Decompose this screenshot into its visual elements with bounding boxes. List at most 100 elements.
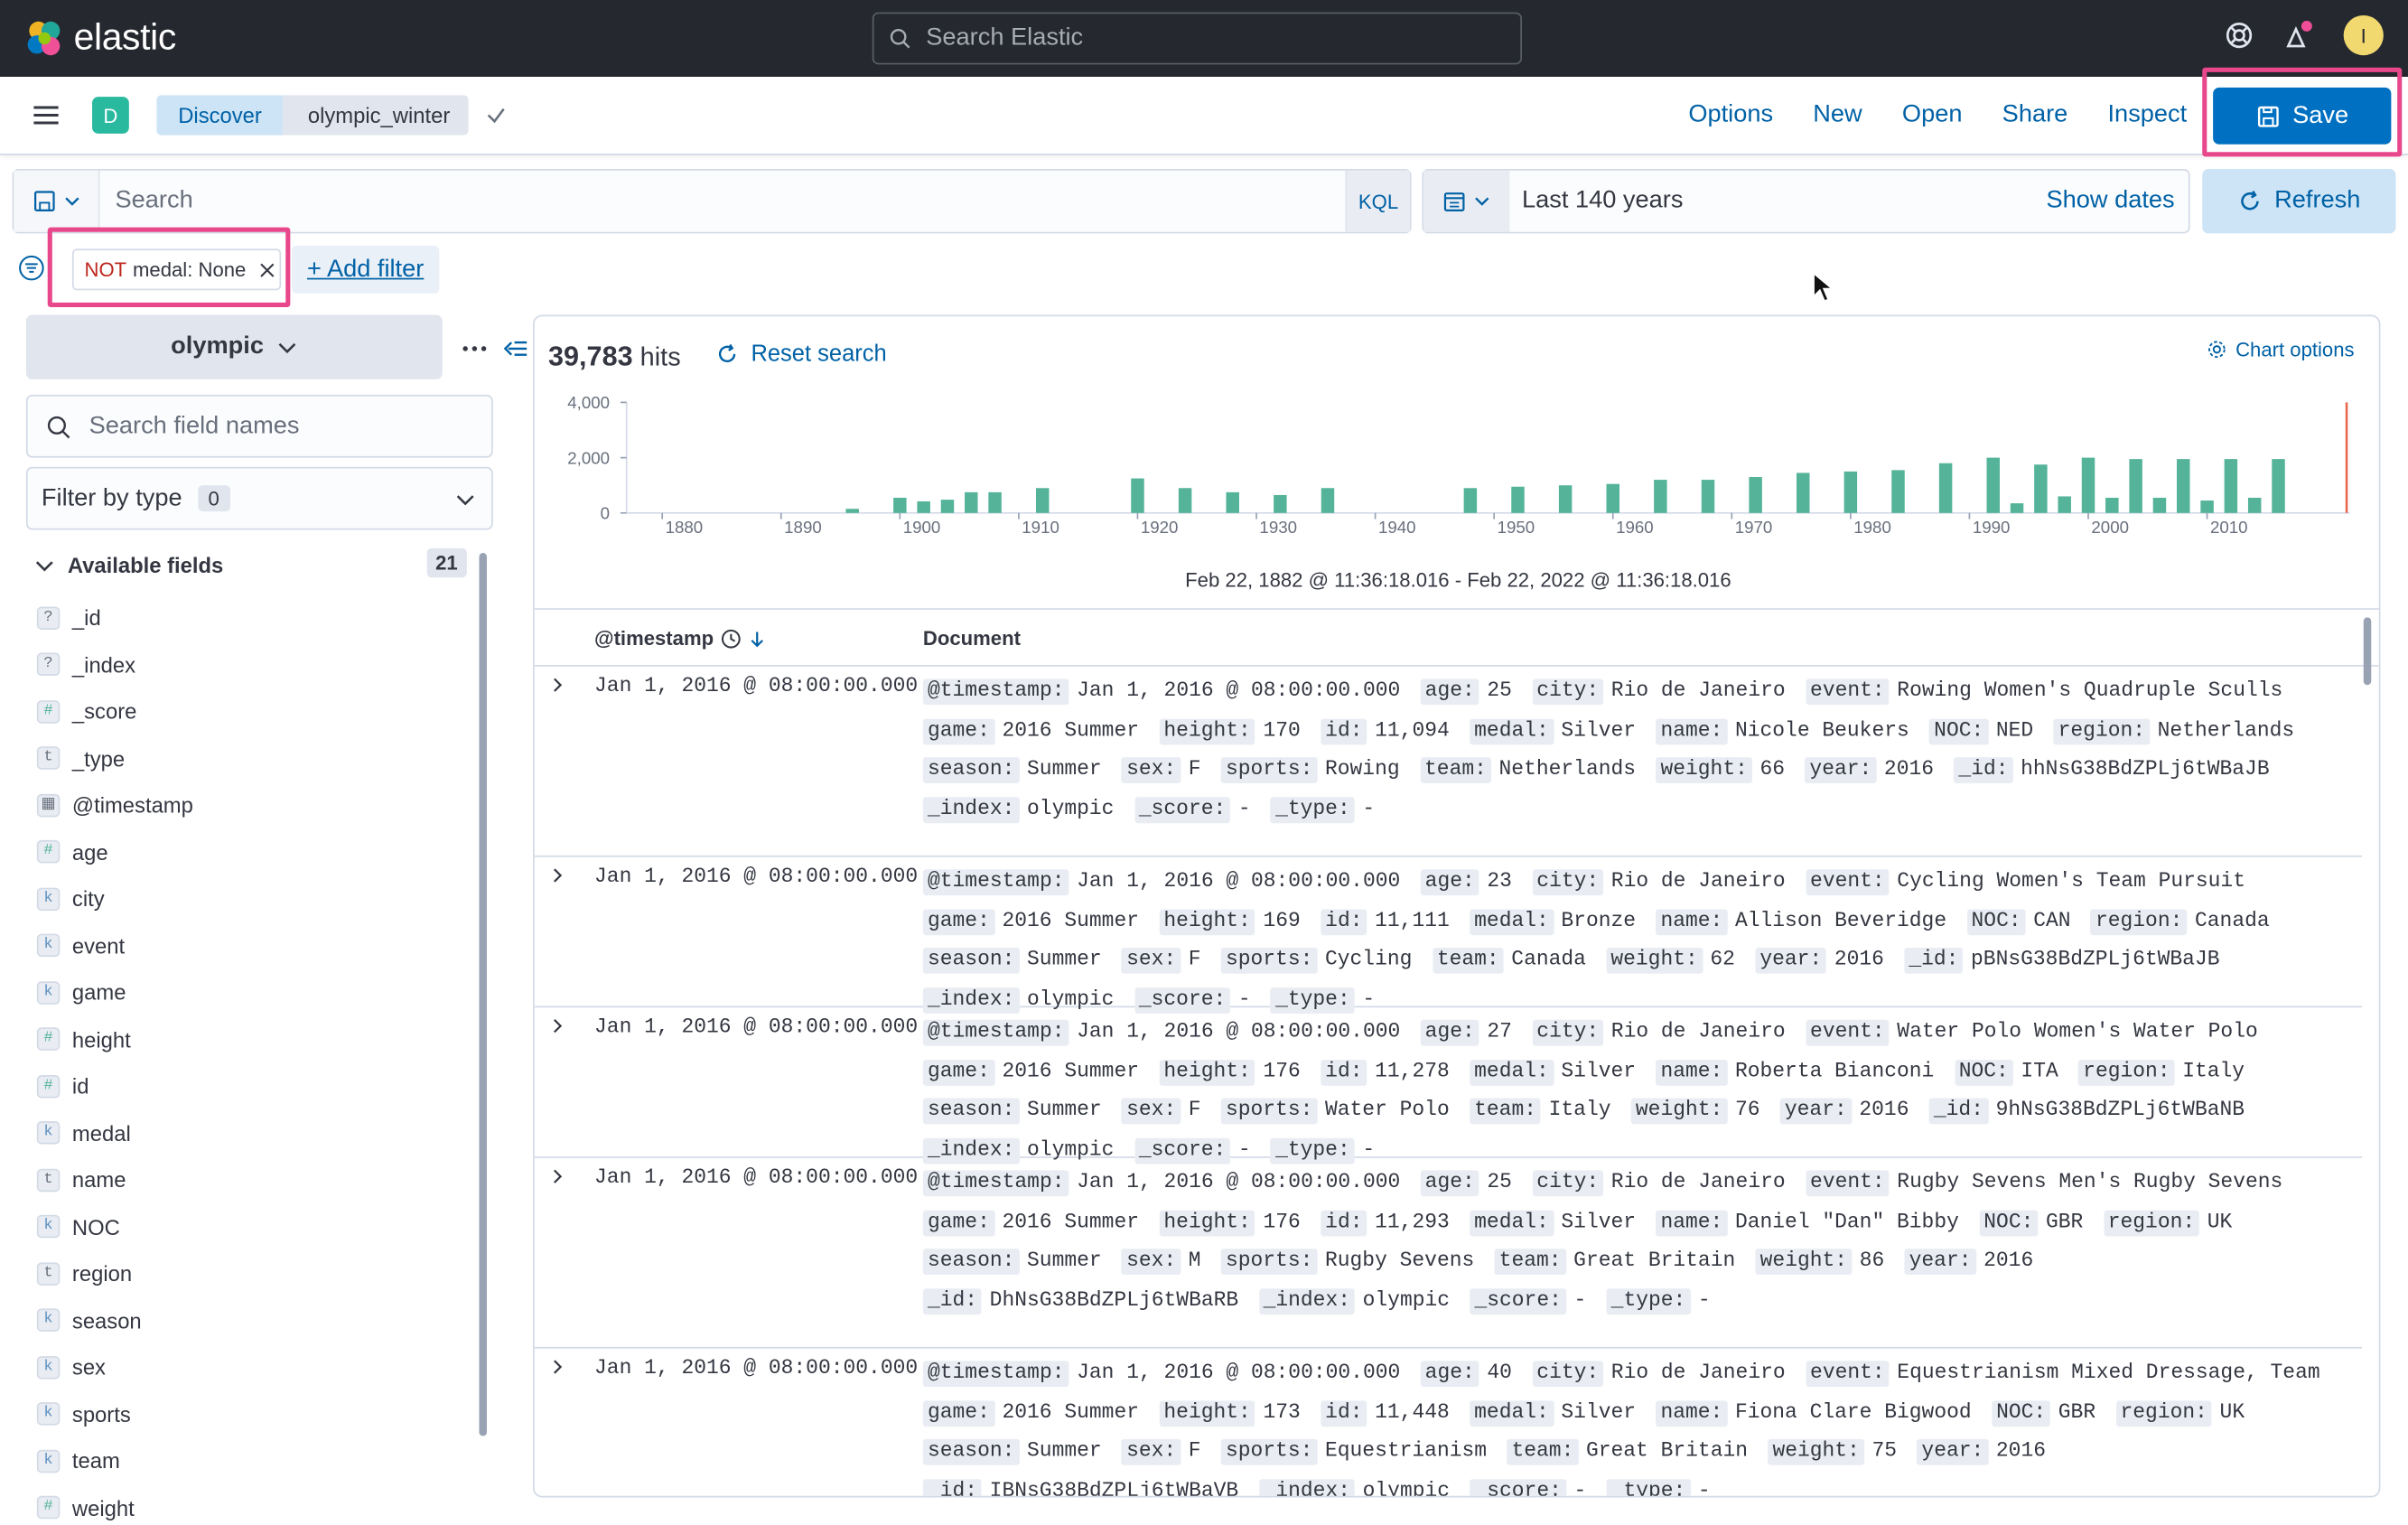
available-fields-header[interactable]: Available fields 21 (33, 547, 470, 584)
chart-options-button[interactable]: Chart options (2207, 338, 2355, 361)
options-link[interactable]: Options (1688, 101, 1773, 129)
histogram-bar (845, 509, 859, 513)
table-row[interactable]: Jan 1, 2016 @ 08:00:00.000 @timestamp: Jan… (534, 857, 2363, 1014)
field-item-sports[interactable]: k sports (36, 1390, 467, 1437)
inspect-link[interactable]: Inspect (2108, 101, 2188, 129)
sidebar-scrollbar[interactable] (479, 553, 487, 1436)
doc-field-value: Rio de Janeiro (1610, 680, 1786, 704)
histogram-bar (1463, 488, 1478, 513)
kql-toggle[interactable]: KQL (1345, 170, 1410, 232)
field-item-game[interactable]: k game (36, 969, 467, 1016)
filter-menu-icon[interactable] (18, 255, 44, 281)
global-search-input[interactable]: Search Elastic (872, 12, 1522, 65)
field-item-age[interactable]: # age (36, 828, 467, 875)
field-item-season[interactable]: k season (36, 1297, 467, 1344)
add-filter-button[interactable]: + Add filter (292, 246, 440, 294)
timestamp-column-header[interactable]: @timestamp (594, 627, 766, 650)
doc-field-value: Jan 1, 2016 @ 08:00:00.000 (1077, 1021, 1401, 1045)
breadcrumb-discover[interactable]: Discover (156, 95, 284, 136)
expand-row-icon[interactable] (550, 1016, 565, 1040)
chevron-down-icon (278, 342, 295, 354)
more-options-icon[interactable] (461, 335, 489, 363)
field-search-input[interactable]: Search field names (25, 394, 493, 458)
field-item-medal[interactable]: k medal (36, 1109, 467, 1156)
show-dates-link[interactable]: Show dates (2046, 187, 2174, 215)
field-item-sex[interactable]: k sex (36, 1344, 467, 1391)
expand-row-icon[interactable] (550, 676, 565, 699)
row-document: @timestamp: Jan 1, 2016 @ 08:00:00.000 ag… (922, 863, 2344, 1019)
elastic-logo-icon (27, 21, 61, 56)
save-button[interactable]: Save (2213, 87, 2392, 145)
table-row[interactable]: Jan 1, 2016 @ 08:00:00.000 @timestamp: Jan… (534, 1158, 2363, 1349)
space-avatar[interactable]: D (92, 97, 129, 134)
field-item-index[interactable]: ? _index (36, 641, 467, 688)
field-item-score[interactable]: # _score (36, 688, 467, 735)
doc-field-value: Rowing Women's Quadruple Sculls (1897, 680, 2283, 704)
histogram-chart[interactable]: 4,000 2,000 0 1880 1890 1900 1910 1920 1930 1940 1… (535, 384, 2381, 556)
filter-by-type-dropdown[interactable]: Filter by type 0 (25, 466, 493, 530)
doc-field-key: _type: (1270, 796, 1355, 823)
field-item-region[interactable]: t region (36, 1250, 467, 1297)
field-item-timestamp[interactable]: ▦ @timestamp (36, 781, 467, 828)
doc-field-key: game: (922, 717, 994, 744)
field-item-id[interactable]: ? _id (36, 594, 467, 641)
newsfeed-icon[interactable] (2282, 18, 2316, 51)
doc-field-value: Water Polo (1324, 1099, 1450, 1123)
time-range-text[interactable]: Last 140 years (1509, 187, 2046, 215)
field-type-num-icon: # (36, 1027, 61, 1052)
user-avatar[interactable]: I (2343, 15, 2384, 56)
doc-field-value: Silver (1561, 1211, 1637, 1234)
query-input[interactable]: Search (100, 187, 1346, 215)
doc-field-value: DhNsG38BdZPLj6tWBaRB (989, 1289, 1239, 1313)
reset-search-label: Reset search (751, 341, 887, 368)
refresh-button[interactable]: Refresh (2202, 169, 2396, 234)
doc-field-value: 25 (1487, 1172, 1512, 1195)
expand-row-icon[interactable] (550, 1167, 565, 1191)
doc-field-key: team: (1419, 757, 1492, 784)
chevron-right-icon (554, 678, 563, 692)
y-tick-label: 0 (601, 504, 610, 523)
date-picker: Last 140 years Show dates (1422, 169, 2190, 234)
field-item-team[interactable]: k team (36, 1437, 467, 1484)
table-row[interactable]: Jan 1, 2016 @ 08:00:00.000 @timestamp: Jan… (535, 1349, 2362, 1496)
doc-field-key: name: (1656, 1059, 1728, 1086)
field-item-id[interactable]: # id (36, 1062, 467, 1109)
field-item-noc[interactable]: k NOC (36, 1203, 467, 1250)
help-icon[interactable] (2224, 20, 2254, 51)
field-item-height[interactable]: # height (36, 1016, 467, 1063)
quick-menu-button[interactable] (1423, 170, 1510, 232)
share-link[interactable]: Share (2002, 101, 2068, 129)
field-item-weight[interactable]: # weight (36, 1484, 467, 1525)
field-item-type[interactable]: t _type (36, 734, 467, 781)
close-icon[interactable] (260, 262, 275, 277)
field-item-name[interactable]: t name (36, 1156, 467, 1203)
sort-descending-icon[interactable] (748, 629, 766, 647)
x-tick-label: 1960 (1616, 518, 1654, 537)
gear-icon (2207, 341, 2226, 359)
open-link[interactable]: Open (1902, 101, 1963, 129)
table-scrollbar[interactable] (2363, 617, 2372, 686)
timestamp-column-label: @timestamp (594, 626, 714, 650)
doc-field-key: height: (1159, 1209, 1255, 1236)
expand-row-icon[interactable] (550, 866, 565, 890)
doc-field-value: 176 (1263, 1211, 1301, 1234)
field-type-text-icon: t (36, 1168, 61, 1192)
saved-query-button[interactable] (14, 170, 100, 232)
table-row[interactable]: Jan 1, 2016 @ 08:00:00.000 @timestamp: Jan… (534, 1007, 2363, 1164)
table-row[interactable]: Jan 1, 2016 @ 08:00:00.000 @timestamp: Jan… (534, 667, 2363, 857)
doc-field-key: city: (1532, 1019, 1604, 1046)
elastic-logo[interactable]: elastic (24, 17, 176, 61)
collapse-sidebar-icon[interactable] (503, 336, 528, 360)
x-tick-label: 1900 (903, 518, 941, 537)
filter-pill[interactable]: NOT medal: None (71, 248, 282, 291)
field-item-event[interactable]: k event (36, 922, 467, 969)
menu-icon[interactable] (31, 100, 61, 131)
index-pattern-selector[interactable]: olympic (25, 314, 443, 379)
reset-search-button[interactable]: Reset search (715, 341, 887, 368)
field-item-city[interactable]: k city (36, 875, 467, 922)
expand-row-icon[interactable] (550, 1358, 565, 1381)
histogram-bar (2034, 464, 2048, 513)
new-link[interactable]: New (1813, 101, 1862, 129)
available-fields-label: Available fields (67, 553, 224, 578)
doc-field-value: 2016 Summer (1002, 719, 1140, 743)
